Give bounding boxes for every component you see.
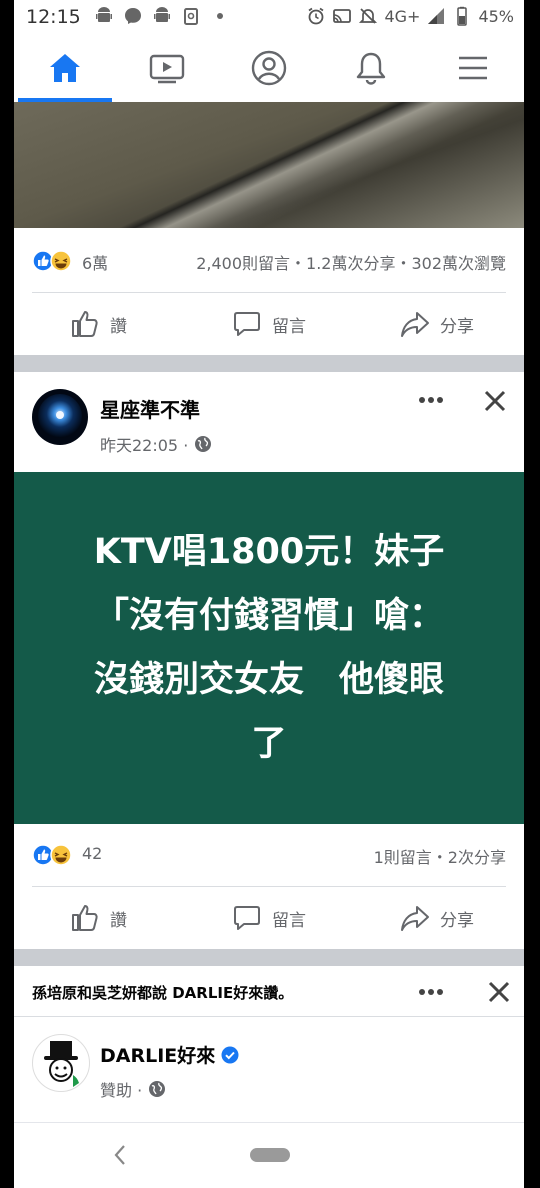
video-frame-shading: [14, 102, 524, 228]
sponsor-avatar[interactable]: [32, 1034, 90, 1092]
post2-stats[interactable]: 1則留言・2次分享: [374, 844, 506, 868]
like-label: 讚: [110, 316, 127, 337]
tab-watch[interactable]: [116, 34, 218, 102]
network-type: 4G+: [384, 6, 421, 26]
tab-notifications[interactable]: [320, 34, 422, 102]
post2-actions: 讚 留言 分享: [14, 887, 524, 949]
more-options-button[interactable]: [414, 982, 448, 1002]
sponsor-name-row: DARLIE好來: [100, 1041, 239, 1068]
comment-icon: [234, 906, 260, 930]
thumbs-up-icon: [72, 905, 98, 931]
post2-reaction-count[interactable]: 42: [82, 844, 102, 863]
post-time[interactable]: 昨天22:05 ·: [100, 432, 188, 456]
comment-label: 留言: [272, 316, 306, 337]
comment-button[interactable]: 留言: [232, 887, 306, 949]
reaction-icons[interactable]: [32, 250, 74, 272]
battery-icon: [457, 6, 468, 26]
galaxy-avatar-image: [32, 389, 88, 445]
android-icon: [96, 7, 112, 22]
home-gesture-pill[interactable]: [250, 1148, 290, 1162]
more-dots-icon: [419, 989, 443, 995]
system-navigation-bar: [14, 1122, 524, 1188]
post2-header: 星座準不準 昨天22:05 ·: [14, 372, 524, 472]
video-thumbnail[interactable]: [14, 102, 524, 228]
post1-stats-row: 6萬 2,400則留言・1.2萬次分享・302萬次瀏覽: [14, 240, 524, 280]
tab-profile[interactable]: [218, 34, 320, 102]
close-icon: [488, 981, 510, 1003]
feed-separator: [14, 355, 524, 372]
sponsored-label[interactable]: 贊助 ·: [100, 1077, 142, 1101]
verified-badge-icon: [221, 1046, 239, 1063]
phone-screen: 12:15 4G+ 45% 6萬 2,400則留言・1.2萬次分享・302萬次瀏…: [14, 0, 524, 1188]
like-label: 讚: [110, 910, 127, 931]
sponsored-meta: 贊助 ·: [100, 1077, 166, 1101]
dot-icon: [217, 13, 223, 19]
more-options-button[interactable]: [414, 390, 448, 410]
top-hat-logo-icon: [34, 1036, 88, 1090]
page-name[interactable]: 星座準不準: [100, 394, 200, 423]
more-dots-icon: [419, 397, 443, 403]
share-button[interactable]: 分享: [400, 887, 474, 949]
hide-post-button[interactable]: [484, 977, 514, 1007]
status-time: 12:15: [26, 6, 81, 28]
video-icon: [149, 54, 185, 84]
share-label: 分享: [440, 910, 474, 931]
post1-stats[interactable]: 2,400則留言・1.2萬次分享・302萬次瀏覽: [196, 250, 506, 274]
status-left-icons: [94, 6, 230, 26]
like-button[interactable]: 讚: [70, 293, 127, 355]
share-icon: [401, 906, 429, 931]
page-avatar[interactable]: [32, 389, 88, 445]
top-nav-bar: [14, 34, 524, 102]
status-bar: 12:15 4G+ 45%: [14, 0, 524, 34]
share-button[interactable]: 分享: [400, 293, 474, 355]
messenger-icon: [125, 8, 141, 24]
android-icon: [154, 7, 170, 22]
bell-icon: [356, 52, 386, 85]
hide-post-button[interactable]: [480, 386, 510, 416]
sponsor-name[interactable]: DARLIE好來: [100, 1041, 215, 1068]
globe-icon: [195, 436, 212, 452]
mute-icon: [359, 8, 378, 24]
reaction-icons[interactable]: [32, 844, 74, 866]
post1-actions: 讚 留言 分享: [14, 293, 524, 355]
comment-button[interactable]: 留言: [232, 293, 306, 355]
battery-level: 45%: [478, 6, 514, 26]
thumbs-up-icon: [72, 311, 98, 337]
post-image-card[interactable]: KTV唱1800元！妹子 「沒有付錢習慣」嗆： 沒錢別交女友 他傻眼 了: [14, 472, 524, 824]
post1-reaction-count[interactable]: 6萬: [82, 250, 108, 274]
divider: [14, 1016, 524, 1017]
cast-icon: [333, 9, 352, 23]
tab-home[interactable]: [14, 34, 116, 102]
back-chevron-icon[interactable]: [112, 1143, 128, 1167]
share-icon: [401, 312, 429, 337]
image-headline: KTV唱1800元！妹子 「沒有付錢習慣」嗆： 沒錢別交女友 他傻眼 了: [93, 532, 445, 764]
status-right: 4G+ 45%: [306, 6, 514, 26]
alarm-icon: [308, 7, 324, 25]
globe-icon: [149, 1081, 166, 1097]
social-context[interactable]: 孫培原和吳芝妍都說 DARLIE好來讚。: [32, 982, 293, 1003]
home-icon: [50, 54, 80, 82]
feed-separator: [14, 949, 524, 966]
menu-icon: [459, 56, 487, 80]
post-meta: 昨天22:05 ·: [100, 432, 212, 456]
signal-icon: [428, 8, 445, 24]
profile-icon: [251, 50, 287, 86]
clipboard-icon: [184, 8, 198, 25]
comment-icon: [234, 312, 260, 336]
close-icon: [484, 390, 506, 412]
post2-stats-row: 42 1則留言・2次分享: [14, 834, 524, 874]
tab-menu[interactable]: [422, 34, 524, 102]
comment-label: 留言: [272, 910, 306, 931]
share-label: 分享: [440, 316, 474, 337]
like-button[interactable]: 讚: [70, 887, 127, 949]
